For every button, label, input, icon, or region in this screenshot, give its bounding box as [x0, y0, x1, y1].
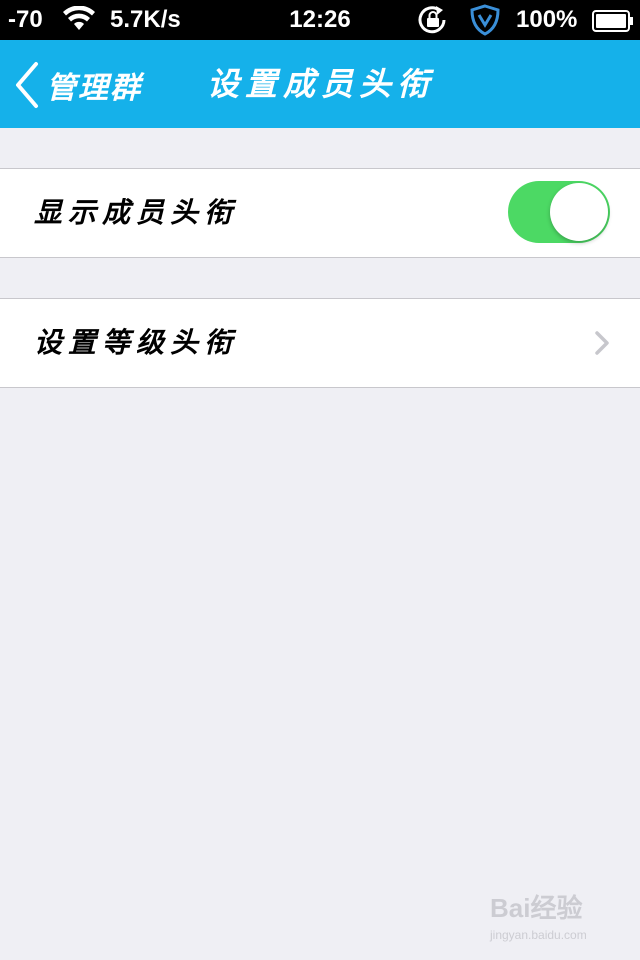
battery-icon [592, 10, 634, 39]
back-button[interactable]: 管理群 [14, 60, 142, 110]
chevron-right-icon [595, 331, 609, 355]
show-member-titles-label: 显示成员头衔 [34, 196, 239, 229]
show-member-titles-row: 显示成员头衔 [0, 168, 640, 258]
chevron-left-icon [16, 62, 38, 108]
watermark: Bai经验 jingyan.baidu.com [490, 888, 620, 948]
set-level-titles-row[interactable]: 设置等级头衔 [0, 298, 640, 388]
navigation-bar: 管理群 设置成员头衔 [0, 40, 640, 128]
rotation-lock-icon [416, 4, 450, 43]
toggle-knob [550, 183, 608, 241]
back-button-label: 管理群 [46, 71, 142, 106]
set-level-titles-label: 设置等级头衔 [34, 326, 239, 359]
status-bar: -70 5.7K/s 12:26 100% [0, 0, 640, 40]
watermark-brand: Bai经验 [490, 893, 583, 923]
battery-percent: 100% [516, 6, 578, 33]
shield-icon [470, 4, 500, 43]
show-member-titles-toggle[interactable] [508, 181, 610, 243]
watermark-url: jingyan.baidu.com [490, 928, 587, 942]
